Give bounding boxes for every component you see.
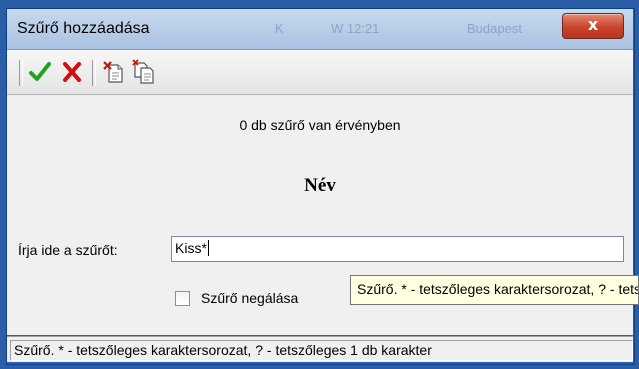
background-hint: K <box>275 21 284 36</box>
tooltip: Szűrő. * - tetszőleges karaktersorozat, … <box>350 275 639 305</box>
status-bar: Szűrő. * - tetszőleges karaktersorozat, … <box>7 336 633 362</box>
negate-checkbox-label[interactable]: Szűrő negálása <box>201 290 298 306</box>
active-filter-count: 0 db szűrő van érvényben <box>239 117 401 133</box>
close-icon: x <box>587 15 599 34</box>
toolbar <box>7 50 633 95</box>
toolbar-separator <box>92 60 96 86</box>
cancel-button[interactable] <box>59 59 85 85</box>
copy-filter-button[interactable] <box>131 59 157 85</box>
close-button[interactable]: x <box>562 13 624 39</box>
title-bar[interactable]: Szűrő hozzáadása K W 12:21 Budapest x <box>7 9 633 50</box>
toolbar-separator <box>19 60 23 86</box>
background-hint: Budapest <box>467 21 522 36</box>
status-text: Szűrő. * - tetszőleges karaktersorozat, … <box>10 340 633 361</box>
filter-input-value: Kiss* <box>175 240 207 256</box>
filter-label: Írja ide a szűrőt: <box>18 242 118 258</box>
background-hint: W 12:21 <box>331 21 380 36</box>
new-filter-icon <box>103 61 123 83</box>
negate-checkbox[interactable] <box>175 291 190 306</box>
copy-filter-icon <box>132 59 154 84</box>
cross-icon <box>63 62 81 82</box>
ok-button[interactable] <box>27 59 53 85</box>
window-title: Szűrő hozzáadása <box>17 20 150 37</box>
text-caret <box>207 240 209 256</box>
check-icon <box>29 62 51 81</box>
new-filter-button[interactable] <box>101 59 127 85</box>
filter-input[interactable]: Kiss* <box>171 236 624 262</box>
field-heading: Név <box>304 175 336 196</box>
